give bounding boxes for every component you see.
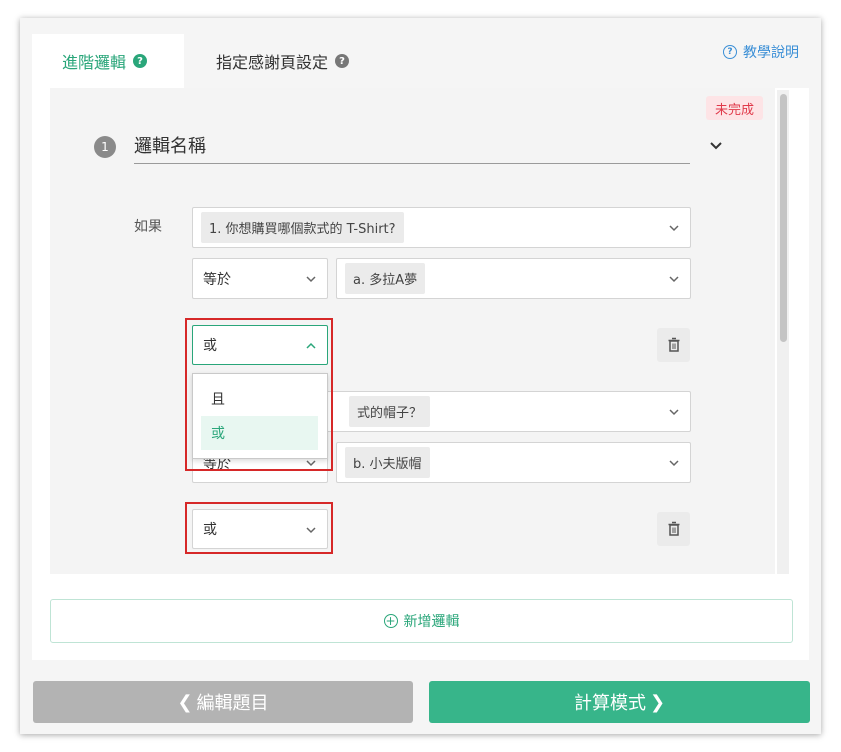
logic-panel: 未完成 1 邏輯名稱 如果 1. 你想購買哪個款式的 T-Shirt? 等於 a…	[50, 88, 775, 574]
if-label: 如果	[134, 219, 162, 235]
chevron-down-icon[interactable]	[706, 136, 726, 156]
answer-chip: a. 多拉A夢	[345, 263, 426, 294]
tab-advanced-logic-label: 進階邏輯	[62, 53, 127, 72]
tab-advanced-logic[interactable]: 進階邏輯 ?	[32, 34, 184, 88]
answer-chip: b. 小夫版帽	[345, 447, 430, 478]
chevron-down-icon	[669, 276, 679, 283]
chevron-right-icon: ❯	[649, 691, 666, 713]
connector-select-open[interactable]: 或	[192, 325, 328, 365]
trash-icon	[668, 521, 679, 536]
status-badge: 未完成	[706, 96, 764, 120]
edit-questions-button[interactable]: ❮ 編輯題目	[33, 681, 413, 723]
chevron-down-icon	[669, 225, 679, 232]
trash-icon	[668, 337, 679, 352]
help-circle-icon: ?	[723, 45, 737, 59]
add-logic-label: 新增邏輯	[403, 614, 460, 630]
scrollbar[interactable]	[777, 90, 789, 574]
connector-value: 或	[203, 338, 217, 354]
connector-value: 或	[203, 522, 217, 538]
answer-select-1[interactable]: a. 多拉A夢	[336, 258, 691, 299]
chevron-down-icon	[306, 276, 316, 283]
question-circle-icon[interactable]: ?	[335, 54, 350, 68]
question-circle-icon[interactable]: ?	[133, 54, 148, 68]
chevron-up-icon	[306, 342, 316, 349]
chevron-left-icon: ❮	[177, 691, 193, 713]
operator-select-1[interactable]: 等於	[192, 258, 328, 299]
tab-thank-you-page-label: 指定感謝頁設定	[216, 53, 329, 72]
chevron-down-icon	[306, 527, 316, 534]
logic-editor-card: 進階邏輯 ? 指定感謝頁設定 ? ? 教學說明 未完成 1 邏輯名稱 如果 1.…	[32, 34, 809, 660]
operator-value: 等於	[203, 271, 231, 288]
dropdown-option-or[interactable]: 或	[201, 416, 318, 450]
help-link-label: 教學說明	[743, 45, 799, 61]
delete-condition-button[interactable]	[657, 512, 690, 546]
logic-name-text: 邏輯名稱	[134, 135, 206, 157]
calculation-mode-button[interactable]: 計算模式 ❯	[429, 681, 810, 723]
edit-questions-label: 編輯題目	[196, 693, 269, 714]
question-chip: 式的帽子？	[349, 396, 431, 427]
add-logic-button[interactable]: + 新增邏輯	[50, 599, 793, 643]
app-frame: 進階邏輯 ? 指定感謝頁設定 ? ? 教學說明 未完成 1 邏輯名稱 如果 1.…	[20, 18, 821, 734]
logic-name-field[interactable]: 邏輯名稱	[134, 130, 690, 164]
calculation-mode-label: 計算模式	[573, 693, 646, 714]
dropdown-option-and[interactable]: 且	[201, 382, 318, 416]
chevron-down-icon	[669, 409, 679, 416]
connector-dropdown-menu: 且 或	[192, 373, 328, 459]
plus-circle-icon: +	[383, 614, 398, 628]
connector-select-2[interactable]: 或	[192, 509, 328, 549]
tab-bar: 進階邏輯 ? 指定感謝頁設定 ? ? 教學說明	[32, 34, 809, 88]
chevron-down-icon	[669, 460, 679, 467]
question-chip: 1. 你想購買哪個款式的 T-Shirt?	[201, 212, 404, 243]
delete-condition-button[interactable]	[657, 328, 690, 362]
answer-select-2[interactable]: b. 小夫版帽	[336, 442, 691, 483]
question-select-1[interactable]: 1. 你想購買哪個款式的 T-Shirt?	[192, 207, 691, 248]
logic-number: 1	[94, 136, 116, 158]
help-link[interactable]: ? 教學說明	[723, 42, 799, 62]
tab-thank-you-page[interactable]: 指定感謝頁設定 ?	[216, 34, 350, 88]
scrollbar-thumb[interactable]	[780, 94, 787, 342]
